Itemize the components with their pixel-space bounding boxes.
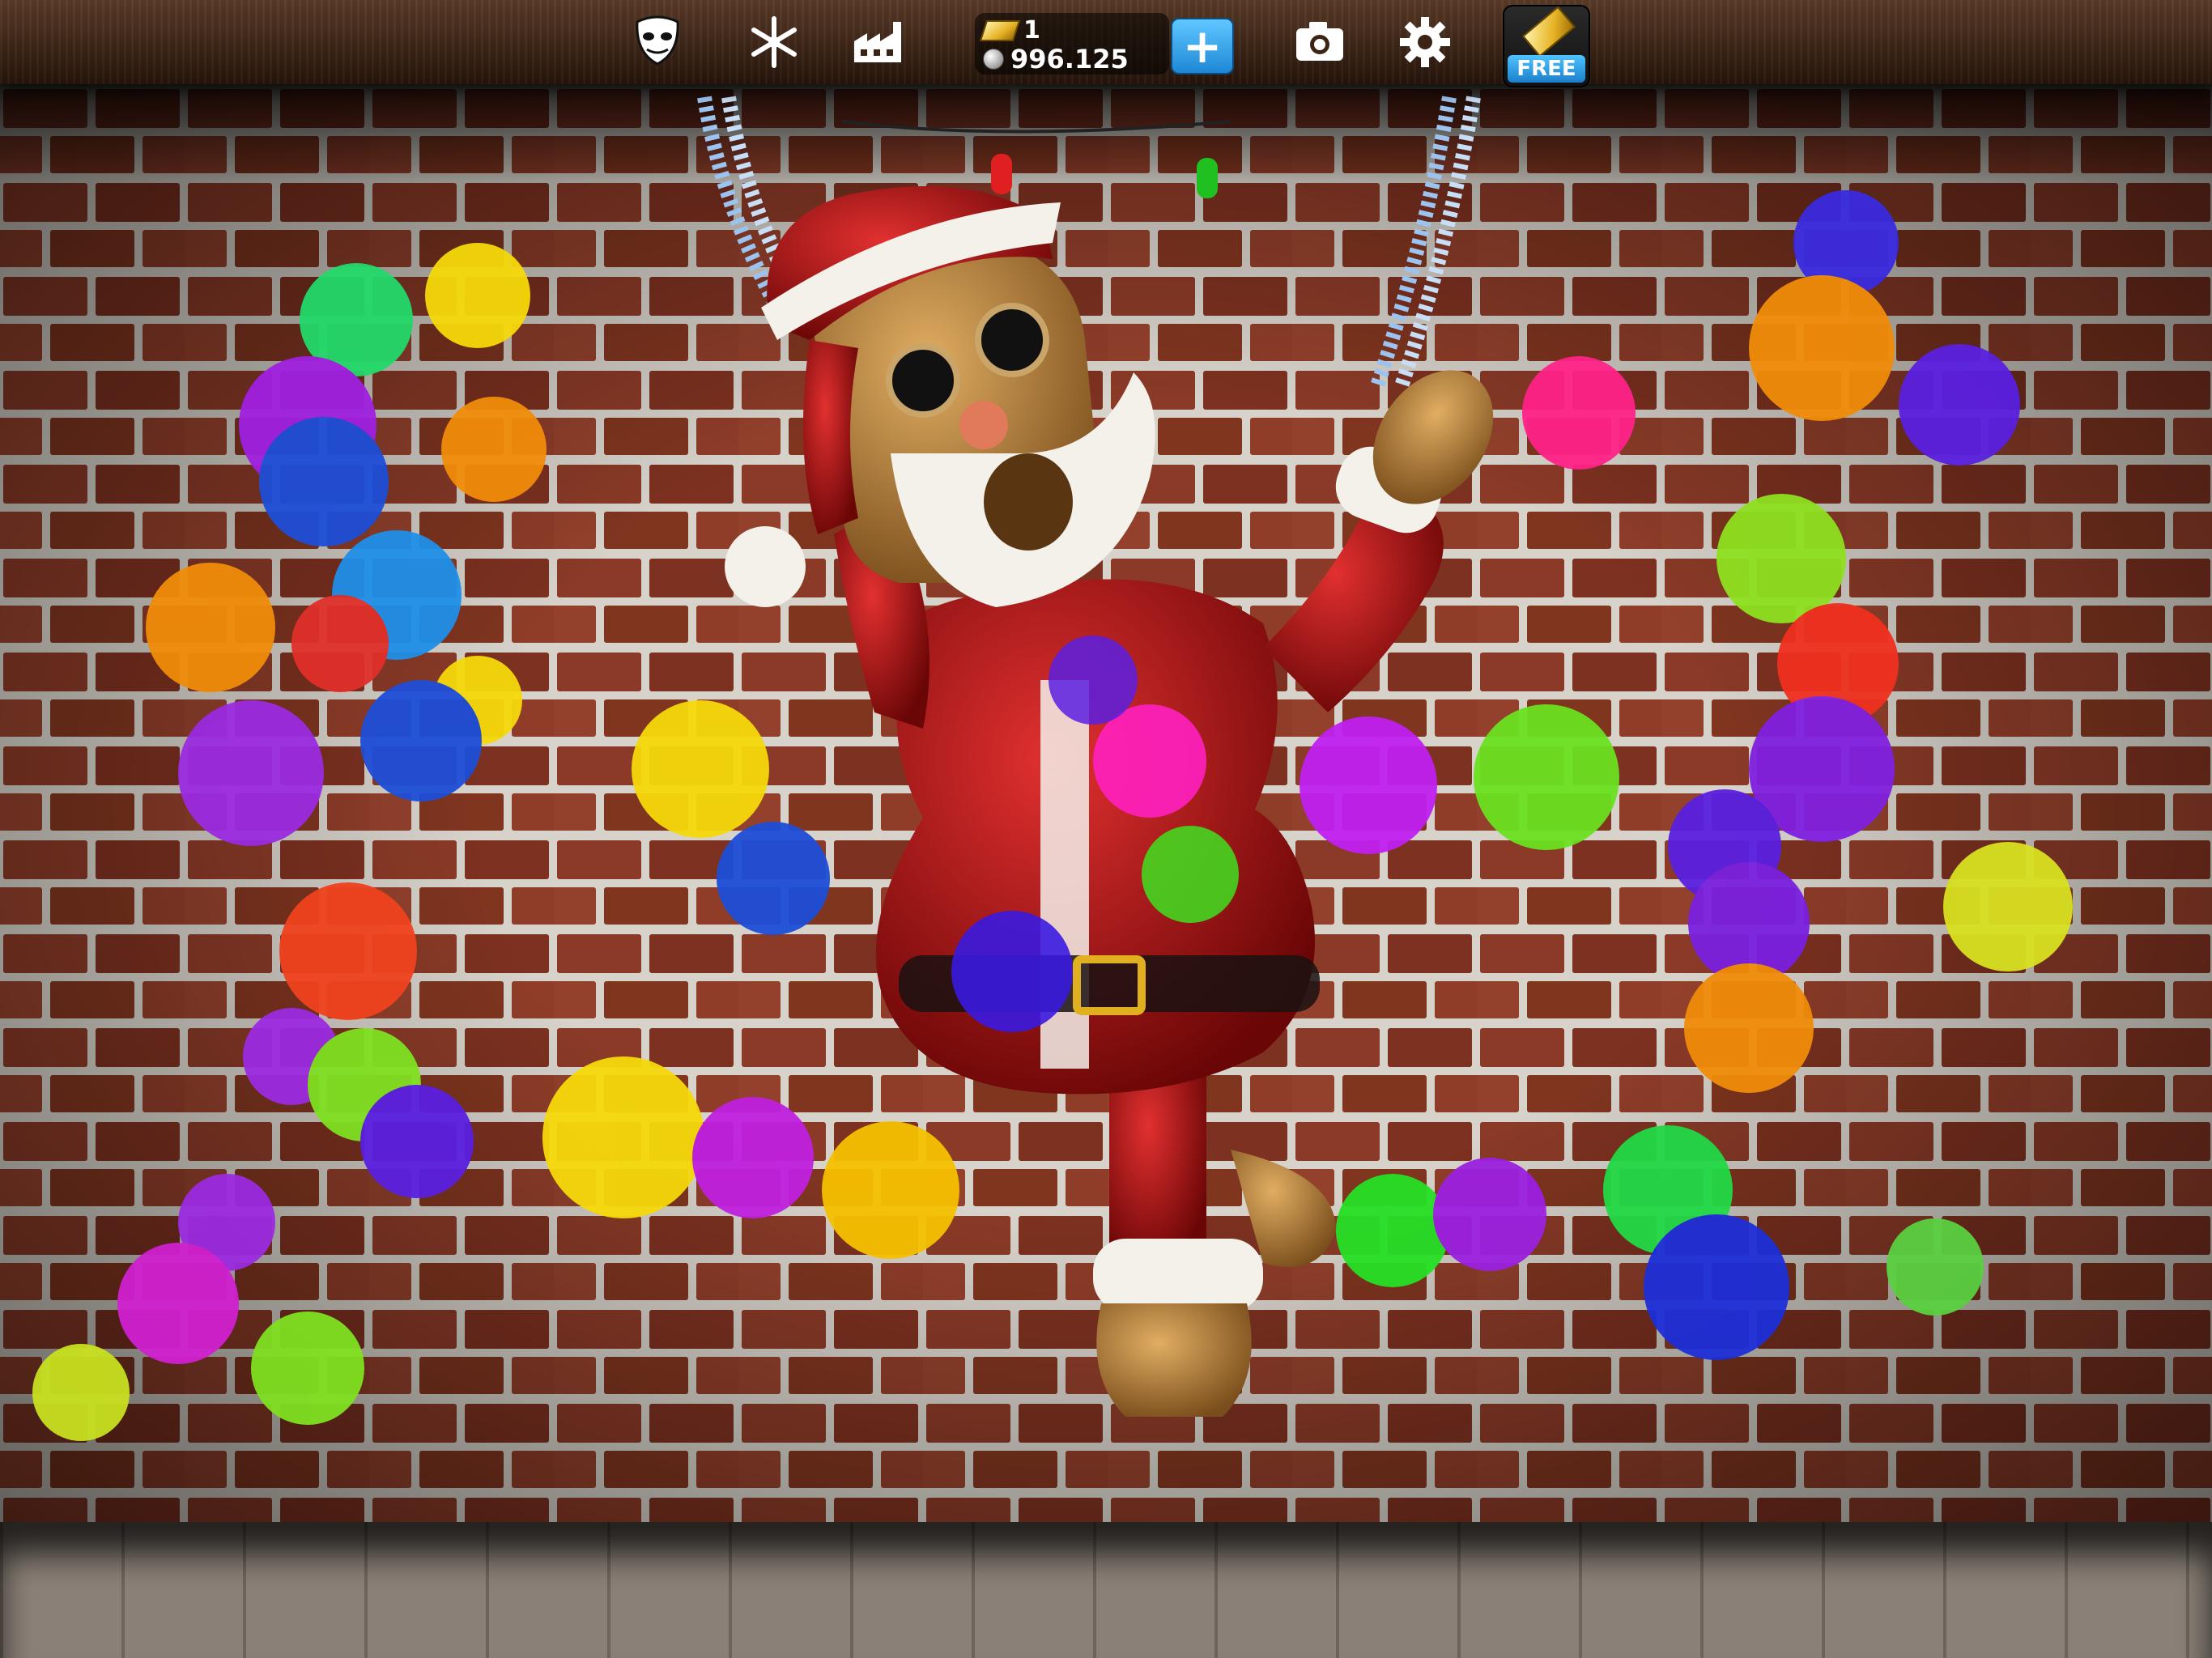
christmas-light-green [1197, 158, 1218, 198]
currency-panel: 1 996.125 [975, 13, 1169, 74]
gold-bar-icon [1521, 6, 1576, 57]
silver-coin-icon [983, 49, 1004, 70]
factory-icon [854, 22, 901, 62]
camera-icon [1296, 22, 1343, 61]
gold-bar-icon [979, 19, 1021, 41]
camera-button[interactable] [1287, 11, 1352, 73]
tinsel-right [1369, 96, 1481, 391]
gold-count: 1 [1023, 16, 1040, 45]
christmas-light-red [991, 154, 1012, 194]
mask-icon [636, 15, 679, 66]
factory-button[interactable] [845, 11, 910, 73]
add-currency-button[interactable]: + [1171, 18, 1234, 74]
free-label: FREE [1508, 55, 1585, 83]
santa-ragdoll[interactable] [0, 0, 2212, 1658]
silver-count: 996.125 [1010, 44, 1129, 74]
free-gold-button[interactable]: FREE [1503, 5, 1590, 87]
gear-icon [1400, 17, 1450, 67]
settings-button[interactable] [1393, 11, 1457, 73]
gold-row: 1 [979, 16, 1040, 45]
snowflake-button[interactable] [742, 11, 806, 73]
silver-row: 996.125 [983, 44, 1129, 74]
mask-button[interactable] [625, 11, 690, 73]
game-scene[interactable] [0, 0, 2212, 1658]
snowflake-icon [751, 16, 797, 68]
